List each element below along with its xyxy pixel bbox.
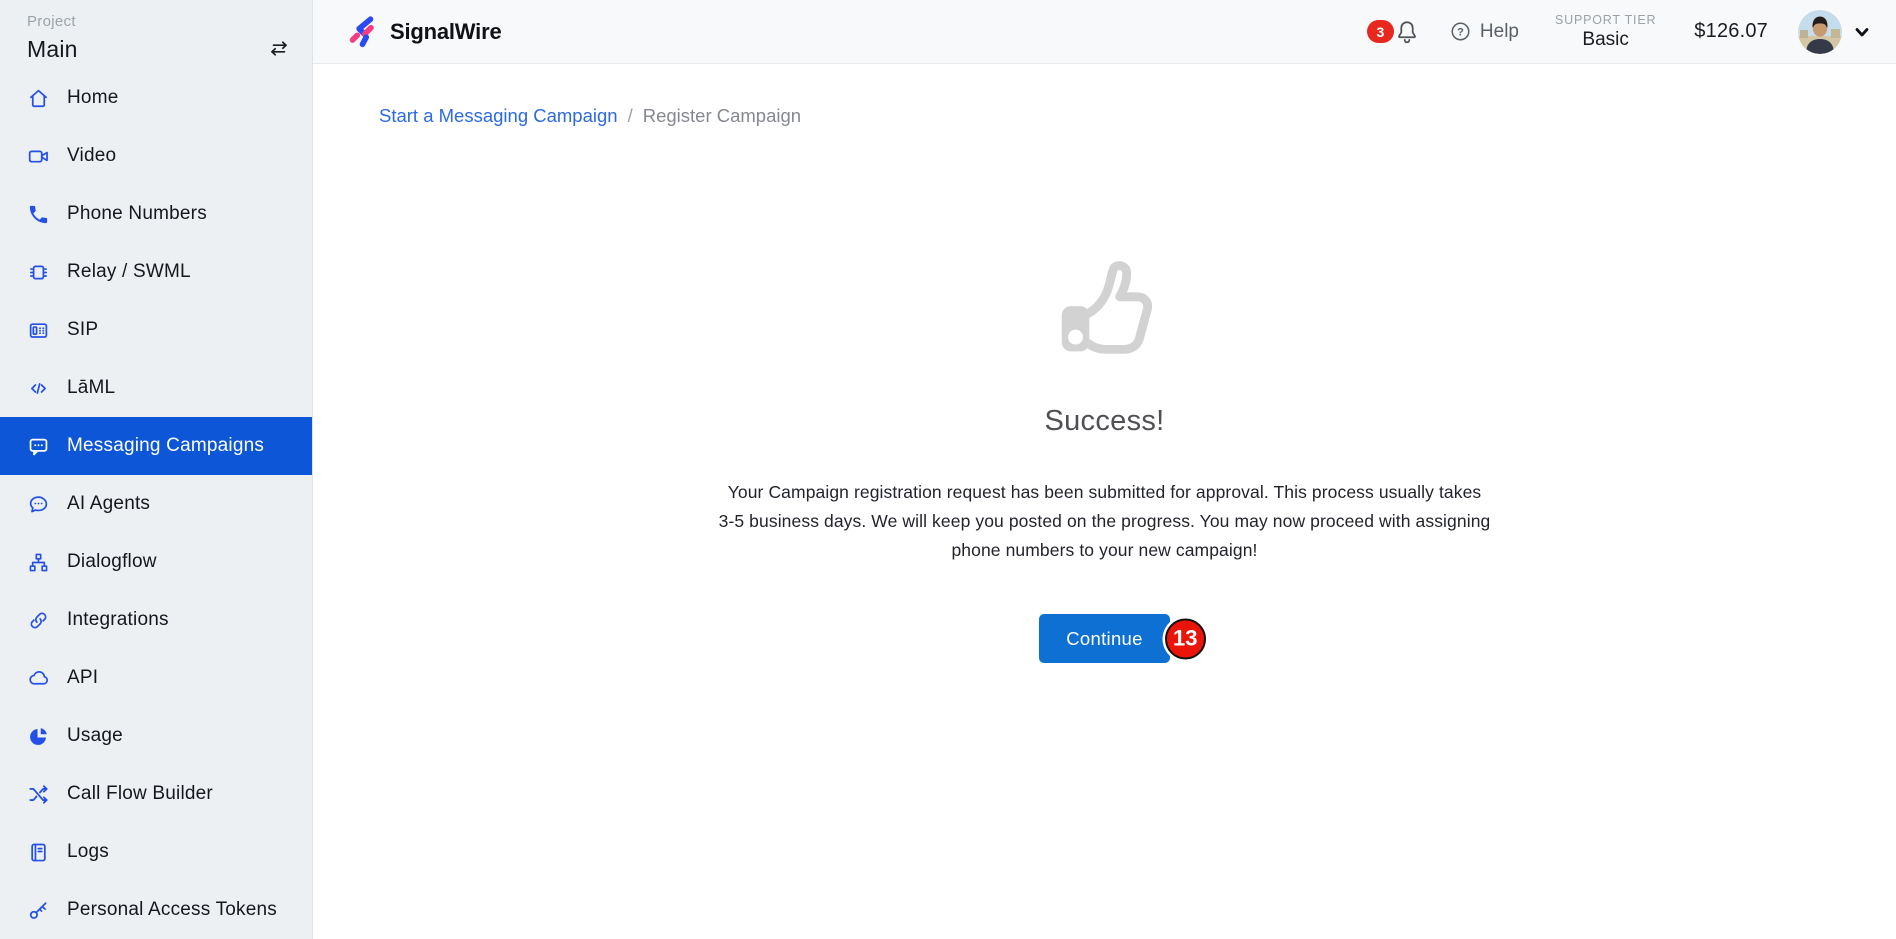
avatar[interactable] [1798, 10, 1842, 54]
sidebar-item-video[interactable]: Video [0, 127, 312, 185]
sidebar-item-label: Logs [67, 841, 109, 863]
sidebar-item-label: SIP [67, 319, 98, 341]
sidebar-item-label: Video [67, 145, 116, 167]
video-camera-icon [27, 145, 50, 168]
sidebar-item-usage[interactable]: Usage [0, 707, 312, 765]
account-balance[interactable]: $126.07 [1694, 20, 1768, 43]
notification-count-badge: 3 [1367, 20, 1394, 43]
sidebar-item-phone-numbers[interactable]: Phone Numbers [0, 185, 312, 243]
sidebar-item-sip[interactable]: SIP [0, 301, 312, 359]
sidebar-item-label: Messaging Campaigns [67, 435, 264, 457]
code-icon [27, 377, 50, 400]
sidebar-item-home[interactable]: Home [0, 69, 312, 127]
sidebar-item-label: Home [67, 87, 118, 109]
chevron-down-icon [1850, 20, 1874, 44]
help-button[interactable]: ? Help [1449, 20, 1519, 43]
sidebar-item-relay-swml[interactable]: Relay / SWML [0, 243, 312, 301]
chip-icon [27, 261, 50, 284]
signalwire-logo[interactable]: SignalWire [345, 15, 502, 49]
project-label: Project [27, 13, 296, 30]
sidebar: Project Main Home [0, 0, 313, 939]
sidebar-item-integrations[interactable]: Integrations [0, 591, 312, 649]
sidebar-item-call-flow-builder[interactable]: Call Flow Builder [0, 765, 312, 823]
success-message-line: Your Campaign registration request has b… [313, 478, 1896, 507]
breadcrumb-current: Register Campaign [643, 105, 801, 127]
sidebar-item-laml[interactable]: LāML [0, 359, 312, 417]
success-message-line: phone numbers to your new campaign! [313, 536, 1896, 565]
breadcrumb-link-start-campaign[interactable]: Start a Messaging Campaign [379, 105, 618, 127]
swap-arrows-icon [265, 37, 293, 61]
desk-phone-icon [27, 319, 50, 342]
sidebar-item-api[interactable]: API [0, 649, 312, 707]
sidebar-item-label: Relay / SWML [67, 261, 191, 283]
sidebar-item-logs[interactable]: Logs [0, 823, 312, 881]
sidebar-item-messaging-campaigns[interactable]: Messaging Campaigns [0, 417, 312, 475]
main-content: Start a Messaging Campaign / Register Ca… [313, 64, 1896, 939]
project-switcher: Project Main [0, 0, 312, 69]
breadcrumb: Start a Messaging Campaign / Register Ca… [313, 64, 1896, 127]
sidebar-item-label: Usage [67, 725, 123, 747]
success-message-line: 3-5 business days. We will keep you post… [313, 507, 1896, 536]
sidebar-item-label: Personal Access Tokens [67, 899, 277, 921]
book-icon [27, 841, 50, 864]
continue-button[interactable]: Continue [1039, 614, 1169, 663]
phone-icon [27, 203, 50, 226]
pie-chart-icon [27, 725, 50, 748]
sidebar-item-label: Phone Numbers [67, 203, 207, 225]
switch-project-button[interactable] [264, 36, 294, 62]
sidebar-nav: Home Video Phone Numbers [0, 69, 312, 939]
chat-bubble-icon [27, 435, 50, 458]
link-icon [27, 609, 50, 632]
support-tier: SUPPORT TIER Basic [1555, 13, 1656, 51]
breadcrumb-separator: / [628, 105, 633, 127]
bell-icon [1393, 18, 1421, 46]
sidebar-item-label: Integrations [67, 609, 169, 631]
key-icon [27, 899, 50, 922]
annotation-marker-13: 13 [1165, 618, 1206, 659]
account-menu-button[interactable] [1850, 19, 1876, 45]
support-tier-label: SUPPORT TIER [1555, 13, 1656, 27]
shuffle-icon [27, 783, 50, 806]
top-header: SignalWire 3 ? Help [313, 0, 1896, 64]
home-icon [27, 87, 50, 110]
success-panel: Success! Your Campaign registration requ… [313, 257, 1896, 663]
success-heading: Success! [313, 405, 1896, 438]
brand-name: SignalWire [390, 19, 502, 45]
svg-text:?: ? [1457, 27, 1464, 39]
speech-bubble-icon [27, 493, 50, 516]
cloud-icon [27, 667, 50, 690]
help-label: Help [1480, 21, 1519, 43]
sitemap-icon [27, 551, 50, 574]
question-mark-icon: ? [1449, 20, 1472, 43]
sidebar-item-label: Call Flow Builder [67, 783, 213, 805]
sidebar-item-label: Dialogflow [67, 551, 157, 573]
project-name: Main [27, 36, 296, 63]
thumbs-up-icon [1051, 257, 1159, 373]
sidebar-item-label: AI Agents [67, 493, 150, 515]
notifications-button[interactable]: 3 [1367, 18, 1421, 46]
support-tier-value: Basic [1555, 29, 1656, 51]
sidebar-item-personal-access-tokens[interactable]: Personal Access Tokens [0, 881, 312, 939]
sidebar-item-label: API [67, 667, 98, 689]
sidebar-item-ai-agents[interactable]: AI Agents [0, 475, 312, 533]
sidebar-item-dialogflow[interactable]: Dialogflow [0, 533, 312, 591]
signalwire-logo-icon [345, 15, 379, 49]
success-message: Your Campaign registration request has b… [313, 478, 1896, 565]
sidebar-item-label: LāML [67, 377, 115, 399]
